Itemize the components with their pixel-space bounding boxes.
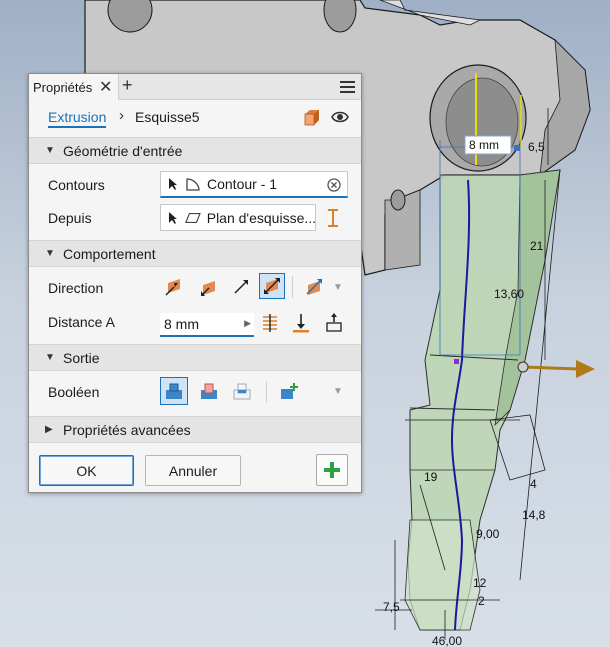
eye-icon[interactable] <box>331 110 349 124</box>
boolean-dropdown-icon[interactable]: ▼ <box>333 386 343 397</box>
plane-icon <box>184 212 201 223</box>
collapse-triangle-icon: ▼ <box>45 145 55 156</box>
tab-properties[interactable]: Propriétés ✕ <box>29 74 119 100</box>
breadcrumb: Extrusion › Esquisse5 <box>29 100 361 136</box>
properties-panel: Propriétés ✕ + Extrusion › Esquisse5 ▼ G… <box>28 73 362 493</box>
dim-4: 4 <box>530 477 537 491</box>
flip-icon[interactable] <box>326 208 340 228</box>
boolean-join-button[interactable] <box>160 377 188 405</box>
cursor-arrow-icon <box>168 211 177 224</box>
dim-2: 2 <box>478 594 485 608</box>
plus-icon <box>324 462 340 478</box>
breadcrumb-extrusion[interactable]: Extrusion <box>48 109 107 128</box>
breadcrumb-sketch: Esquisse5 <box>135 109 200 125</box>
dim-13-60: 13,60 <box>494 287 524 301</box>
dim-9-00: 9,00 <box>476 527 500 541</box>
direction-arrow-shaft <box>523 365 579 371</box>
cancel-button[interactable]: Annuler <box>145 455 241 486</box>
hamburger-menu-icon[interactable] <box>340 81 355 93</box>
to-face-icon[interactable] <box>292 313 310 333</box>
clear-icon[interactable] <box>327 178 341 192</box>
section-behavior-title: Comportement <box>63 245 156 262</box>
breadcrumb-separator: › <box>119 107 124 124</box>
spinner-icon[interactable]: ▶ <box>244 318 251 329</box>
section-output[interactable]: ▼ Sortie <box>29 344 361 371</box>
small-hole <box>390 189 406 211</box>
ok-button[interactable]: OK <box>39 455 134 486</box>
section-input-geometry[interactable]: ▼ Géométrie d'entrée <box>29 137 361 164</box>
distance-extents-icon[interactable] <box>261 313 279 333</box>
profiles-label: Contours <box>48 177 105 193</box>
direction-drawn-button[interactable] <box>228 274 254 300</box>
dim-8mm[interactable]: 8 mm <box>469 138 499 152</box>
manipulator-handle[interactable] <box>517 361 529 373</box>
new-solid-icon <box>281 383 298 399</box>
dim-46-00: 46,00 <box>432 634 462 647</box>
dim-21: 21 <box>530 239 544 253</box>
sketch-point <box>454 359 459 364</box>
close-icon[interactable]: ✕ <box>99 77 112 97</box>
direction-default-button[interactable] <box>161 274 187 300</box>
from-value: Plan d'esquisse... <box>206 209 315 226</box>
cursor-arrow-icon <box>169 178 177 190</box>
profiles-value: Contour - 1 <box>207 176 278 192</box>
profile-shape-icon <box>186 178 200 191</box>
direction-symmetric-button[interactable] <box>259 273 285 299</box>
cut-icon <box>201 383 217 399</box>
distance-a-input[interactable]: 8 mm ▶ <box>160 313 254 337</box>
panel-tabbar: Propriétés ✕ + <box>29 74 361 100</box>
direction-label: Direction <box>48 280 104 296</box>
dim-14-8: 14,8 <box>522 508 546 522</box>
boolean-cut-button[interactable] <box>196 378 222 404</box>
distance-a-label: Distance A <box>48 314 115 330</box>
direction-default-icon <box>165 279 180 296</box>
tab-label: Propriétés <box>33 79 93 95</box>
collapse-triangle-icon: ▼ <box>45 352 55 363</box>
direction-asymmetric-icon <box>306 279 322 295</box>
profiles-selector[interactable]: Contour - 1 <box>160 171 348 198</box>
direction-symmetric-icon <box>264 278 280 294</box>
apply-button[interactable] <box>316 454 348 486</box>
direction-flipped-button[interactable] <box>196 274 222 300</box>
direction-drawn-icon <box>234 280 248 294</box>
section-advanced-title: Propriétés avancées <box>63 421 191 438</box>
add-tab-icon[interactable]: + <box>122 75 133 96</box>
join-icon <box>166 383 182 399</box>
distance-a-value: 8 mm <box>164 316 199 332</box>
direction-arrow-head[interactable] <box>576 360 595 378</box>
from-selector[interactable]: Plan d'esquisse... <box>160 204 316 231</box>
section-advanced[interactable]: ▶ Propriétés avancées <box>29 416 361 443</box>
extrusion-box-icon[interactable] <box>302 108 322 128</box>
collapse-triangle-icon: ▼ <box>45 248 55 259</box>
direction-asymmetric-button[interactable] <box>301 274 327 300</box>
expand-triangle-icon: ▶ <box>45 424 53 435</box>
section-behavior[interactable]: ▼ Comportement <box>29 240 361 267</box>
direction-flipped-icon <box>201 281 215 296</box>
boolean-label: Booléen <box>48 384 100 400</box>
dim-7-5: 7,5 <box>383 600 400 614</box>
section-input-geometry-title: Géométrie d'entrée <box>63 142 183 159</box>
extrusion-lower <box>404 519 481 631</box>
boolean-intersect-button[interactable] <box>229 378 255 404</box>
intersect-icon <box>233 383 251 400</box>
direction-dropdown-icon[interactable]: ▼ <box>333 282 343 293</box>
from-label: Depuis <box>48 210 92 226</box>
section-output-title: Sortie <box>63 349 100 366</box>
dim-12: 12 <box>473 576 487 590</box>
dim-6-5: 6,5 <box>528 140 545 154</box>
new-solid-button[interactable] <box>276 378 302 404</box>
dim-19: 19 <box>424 470 438 484</box>
through-all-icon[interactable] <box>325 313 343 333</box>
